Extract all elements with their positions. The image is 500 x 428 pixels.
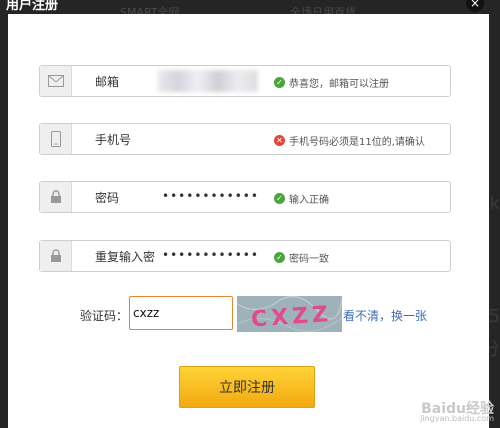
register-dialog: 邮箱 ✓ 恭喜您，邮箱可以注册 手机号 ✕ 手机号码必须是11位的,请确认 密码… xyxy=(8,14,489,428)
field-label: 密码 xyxy=(95,191,120,205)
status-text: 手机号码必须是11位的,请确认 xyxy=(289,137,425,148)
captcha-label: 验证码： xyxy=(80,309,129,323)
password-field[interactable]: 密码 •••••••••••• ✓ 输入正确 xyxy=(39,181,451,213)
status-text: 恭喜您，邮箱可以注册 xyxy=(289,79,389,90)
check-icon: ✓ xyxy=(274,252,285,263)
status-text: 密码一致 xyxy=(289,254,329,265)
phone-icon xyxy=(40,124,72,154)
captcha-image[interactable]: CXZZ xyxy=(237,296,342,332)
email-field[interactable]: 邮箱 ✓ 恭喜您，邮箱可以注册 xyxy=(39,65,451,97)
envelope-icon xyxy=(40,66,72,96)
field-label: 手机号 xyxy=(95,133,132,147)
field-label: 邮箱 xyxy=(95,75,120,89)
check-icon: ✓ xyxy=(274,193,285,204)
field-status-message: ✓ 输入正确 xyxy=(274,191,329,206)
check-icon: ✓ xyxy=(274,77,285,88)
field-label: 重复输入密 xyxy=(95,250,156,264)
watermark: Baidu经验 jingyan.baidu.com xyxy=(420,401,494,424)
field-status-message: ✓ 密码一致 xyxy=(274,250,329,265)
phone-field[interactable]: 手机号 ✕ 手机号码必须是11位的,请确认 xyxy=(39,123,451,155)
background-text: k xyxy=(489,193,500,214)
captcha-image-text: CXZZ xyxy=(250,302,333,332)
lock-icon xyxy=(40,182,72,212)
lock-icon xyxy=(40,241,72,271)
repeat-password-field[interactable]: 重复输入密 •••••••••••• ✓ 密码一致 xyxy=(39,240,451,272)
status-text: 输入正确 xyxy=(289,195,329,206)
captcha-input[interactable] xyxy=(129,296,233,330)
email-value-blurred xyxy=(158,70,258,92)
field-status-message: ✓ 恭喜您，邮箱可以注册 xyxy=(274,75,389,90)
watermark-url: jingyan.baidu.com xyxy=(420,414,494,423)
watermark-brand: Baidu经验 xyxy=(421,401,494,417)
background-text: 5 xyxy=(488,306,500,327)
register-button[interactable]: 立即注册 xyxy=(179,366,315,408)
error-icon: ✕ xyxy=(274,135,285,146)
dialog-title: 用户注册 xyxy=(6,0,59,13)
captcha-refresh-link[interactable]: 看不清，换一张 xyxy=(343,307,427,324)
password-value: •••••••••••• xyxy=(162,189,259,203)
field-status-message: ✕ 手机号码必须是11位的,请确认 xyxy=(274,133,425,148)
repeat-password-value: •••••••••••• xyxy=(162,248,259,262)
